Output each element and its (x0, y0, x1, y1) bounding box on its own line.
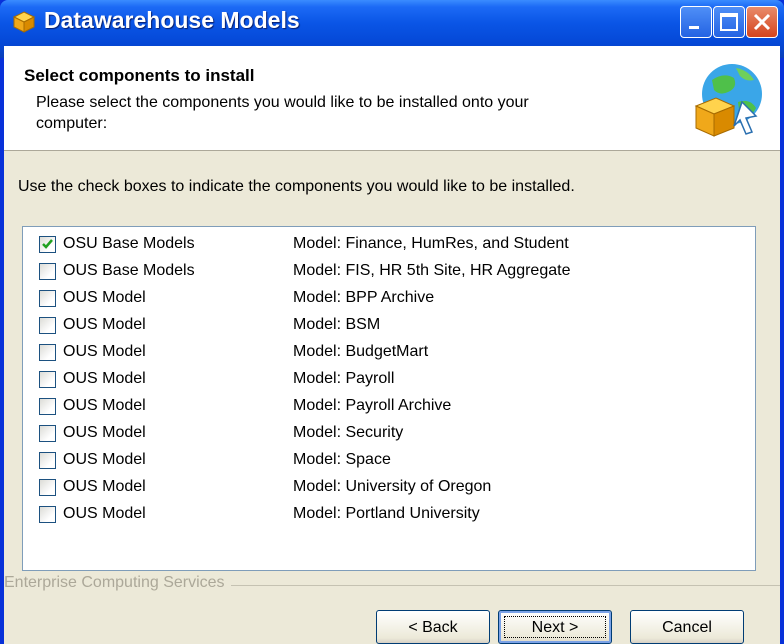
installer-window: Datawarehouse Models Select components t… (0, 0, 784, 644)
next-button[interactable]: Next > (498, 610, 612, 644)
component-name: OUS Model (63, 451, 146, 468)
checkmark-icon (42, 239, 53, 249)
components-list[interactable]: OSU Base Models Model: Finance, HumRes, … (22, 226, 756, 571)
page-subtitle: Please select the components you would l… (36, 94, 529, 132)
component-description: Model: BPP Archive (293, 289, 435, 306)
minimize-icon (689, 26, 699, 29)
component-checkbox[interactable] (39, 452, 56, 469)
minimize-button[interactable] (680, 6, 712, 38)
window-title: Datawarehouse Models (44, 7, 300, 33)
component-name: OUS Model (63, 316, 146, 333)
close-icon (753, 13, 771, 31)
component-checkbox[interactable] (39, 263, 56, 280)
maximize-icon (720, 13, 738, 31)
install-globe-icon (676, 58, 772, 142)
component-description: Model: Finance, HumRes, and Student (293, 235, 569, 252)
instructions-text: Use the check boxes to indicate the comp… (18, 178, 575, 195)
component-checkbox[interactable] (39, 371, 56, 388)
component-description: Model: Payroll Archive (293, 397, 452, 414)
component-row-payroll-archive[interactable]: OUS Model Model: Payroll Archive (39, 395, 739, 421)
component-checkbox[interactable] (39, 344, 56, 361)
component-description: Model: BSM (293, 316, 381, 333)
component-description: Model: Payroll (293, 370, 395, 387)
branding-text: Enterprise Computing Services (4, 574, 231, 592)
component-row-ous-base-models[interactable]: OUS Base Models Model: FIS, HR 5th Site,… (39, 260, 739, 286)
component-checkbox[interactable] (39, 506, 56, 523)
component-row-bpp-archive[interactable]: OUS Model Model: BPP Archive (39, 287, 739, 313)
component-checkbox[interactable] (39, 479, 56, 496)
component-description: Model: Security (293, 424, 404, 441)
component-name: OUS Model (63, 424, 146, 441)
cancel-button[interactable]: Cancel (630, 610, 744, 644)
component-checkbox[interactable] (39, 425, 56, 442)
package-icon (12, 10, 36, 34)
component-description: Model: Portland University (293, 505, 480, 522)
component-row-space[interactable]: OUS Model Model: Space (39, 449, 739, 475)
component-name: OUS Model (63, 505, 146, 522)
focus-ring (504, 616, 606, 638)
back-button[interactable]: < Back (376, 610, 490, 644)
component-name: OUS Model (63, 289, 146, 306)
component-name: OUS Model (63, 397, 146, 414)
component-checkbox[interactable] (39, 290, 56, 307)
component-checkbox[interactable] (39, 398, 56, 415)
component-row-payroll[interactable]: OUS Model Model: Payroll (39, 368, 739, 394)
component-row-bsm[interactable]: OUS Model Model: BSM (39, 314, 739, 340)
close-button[interactable] (746, 6, 778, 38)
component-name: OUS Model (63, 343, 146, 360)
component-checkbox[interactable] (39, 236, 56, 253)
component-name: OUS Model (63, 478, 146, 495)
header-panel: Select components to install Please sele… (4, 46, 780, 151)
component-name: OSU Base Models (63, 235, 195, 252)
component-name: OUS Model (63, 370, 146, 387)
component-description: Model: FIS, HR 5th Site, HR Aggregate (293, 262, 571, 279)
component-row-university-of-oregon[interactable]: OUS Model Model: University of Oregon (39, 476, 739, 502)
component-description: Model: University of Oregon (293, 478, 492, 495)
component-name: OUS Base Models (63, 262, 195, 279)
dialog-body: Select components to install Please sele… (4, 46, 780, 644)
component-row-security[interactable]: OUS Model Model: Security (39, 422, 739, 448)
component-description: Model: Space (293, 451, 391, 468)
component-description: Model: BudgetMart (293, 343, 429, 360)
component-row-portland-university[interactable]: OUS Model Model: Portland University (39, 503, 739, 529)
component-checkbox[interactable] (39, 317, 56, 334)
maximize-button[interactable] (713, 6, 745, 38)
component-row-osu-base-models[interactable]: OSU Base Models Model: Finance, HumRes, … (39, 233, 739, 259)
component-row-budgetmart[interactable]: OUS Model Model: BudgetMart (39, 341, 739, 367)
page-title: Select components to install (24, 66, 255, 85)
